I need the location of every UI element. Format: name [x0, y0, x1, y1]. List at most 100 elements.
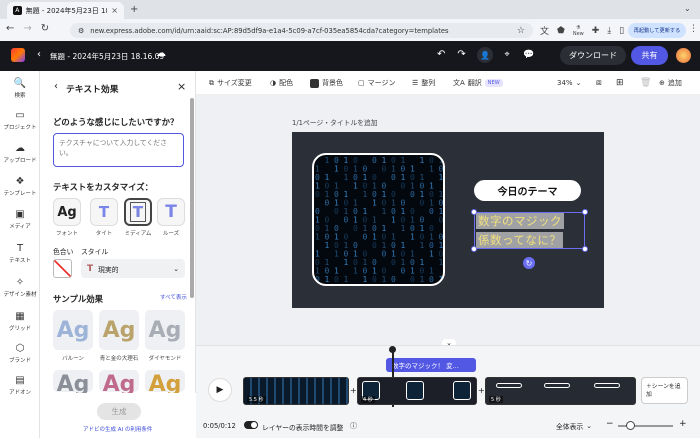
color-button[interactable]: ◑ 配色 [270, 71, 293, 95]
sample-4[interactable]: Ag [53, 370, 93, 397]
matrix-code-image[interactable]: 1010010110101101001011010011010010110110… [312, 153, 445, 286]
panel-scrollbar[interactable] [190, 98, 194, 298]
rail-item-7[interactable]: ▦ グリッド [0, 311, 40, 332]
forward-arrow-icon[interactable]: → [23, 23, 31, 34]
add-transition-icon[interactable]: + [478, 386, 485, 395]
font-option[interactable]: Ag [53, 198, 81, 226]
translate-button[interactable]: 文A 翻訳 NEW [453, 71, 503, 95]
panel-back-icon[interactable]: ‹ [54, 81, 58, 92]
scene-clip-1[interactable]: 5.5 秒 [243, 377, 349, 405]
trash-icon[interactable]: 🗑 [640, 71, 651, 95]
terms-link[interactable]: アドビの生成 AI の利用条件 [83, 425, 152, 433]
resize-handle-bl[interactable] [471, 246, 477, 252]
download-icon[interactable]: ⤓ [607, 26, 611, 36]
layer-duration-toggle[interactable] [244, 421, 258, 429]
zoom-select[interactable]: 34% ⌄ [557, 71, 581, 95]
rotate-handle-icon[interactable]: ↻ [523, 257, 535, 269]
rail-item-0[interactable]: 🔍 検索 [0, 78, 40, 99]
extension-icon[interactable]: ⬟ [557, 26, 565, 36]
heading-line-1[interactable]: 数字のマジック [476, 213, 564, 229]
add-scene-button[interactable]: ＋シーンを追加 [641, 377, 688, 404]
heading-line-2[interactable]: 係数ってなに？ [476, 232, 564, 248]
puzzle-icon[interactable]: ✚ [592, 26, 600, 36]
panel-close-icon[interactable]: × [177, 80, 186, 93]
scene-clip-2[interactable]: 4 秒 [357, 377, 477, 405]
sample-blue-gold-marble[interactable]: Ag [99, 310, 139, 350]
playhead-knob[interactable] [389, 346, 396, 353]
user-avatar[interactable] [676, 48, 691, 63]
resize-handle-tr[interactable] [582, 209, 588, 215]
loose-option[interactable]: T [157, 198, 185, 226]
undo-icon[interactable]: ↶ [437, 49, 445, 60]
layer-bar[interactable]: 数字のマジック！ 変... [386, 358, 476, 372]
rail-item-3[interactable]: ❖ テンプレート [0, 176, 40, 197]
timeline-zoom-knob[interactable] [626, 421, 635, 430]
tab-close-icon[interactable]: × [111, 6, 118, 15]
bg-color-button[interactable]: 背景色 [310, 71, 343, 95]
rail-item-4[interactable]: ▣ メディア [0, 209, 40, 230]
document-title[interactable]: 無題 - 2024年5月23日 18.16.09 [50, 51, 164, 62]
tight-option[interactable]: T [90, 198, 118, 226]
sample-6[interactable]: Ag [145, 370, 185, 397]
reload-icon[interactable]: ↻ [41, 23, 49, 34]
sidebar-icon[interactable]: ▯ [619, 26, 624, 36]
style-dropdown[interactable]: T 現実的 ⌄ [81, 259, 185, 278]
resize-handle-tl[interactable] [471, 209, 477, 215]
sample-5[interactable]: Ag [99, 370, 139, 397]
margin-button[interactable]: ▢ マージン [358, 71, 396, 95]
redo-icon[interactable]: ↷ [457, 49, 465, 60]
comment-icon[interactable]: 💬 [521, 47, 537, 63]
adobe-express-logo-icon[interactable] [11, 48, 25, 62]
site-info-icon[interactable]: ⚙ [78, 27, 84, 35]
rail-item-6[interactable]: ✧ デザイン素材 [0, 277, 40, 298]
scene-clip-3[interactable]: 5 秒 [485, 377, 636, 405]
share-button[interactable]: 共有 [631, 46, 668, 65]
download-button[interactable]: ダウンロード [560, 46, 626, 65]
back-chevron-icon[interactable]: ‹ [37, 49, 41, 60]
grid-icon[interactable]: ⊞ [616, 71, 624, 95]
resize-button[interactable]: ⧉ サイズ変更 [209, 71, 252, 95]
generate-button[interactable]: 生成 [97, 403, 141, 420]
theme-title-pill[interactable]: 今日のテーマ [474, 180, 581, 201]
pin-icon[interactable]: ⌖ [499, 47, 515, 63]
clip-2-duration: 4 秒 [361, 396, 375, 403]
rail-item-5[interactable]: T テキスト [0, 243, 40, 264]
back-arrow-icon[interactable]: ← [6, 23, 14, 34]
sample-balloon[interactable]: Ag [53, 310, 93, 350]
binary-digit: 0 [334, 207, 339, 216]
play-button[interactable]: ▶ [208, 378, 232, 402]
binary-digit: 1 [372, 199, 377, 208]
bookmark-star-icon[interactable]: ☆ [517, 26, 525, 36]
rail-icon-2: ☁ [15, 143, 25, 154]
zoom-in-icon[interactable]: + [679, 419, 687, 429]
relaunch-update-button[interactable]: 再起動して更新する [628, 23, 686, 38]
view-all-select[interactable]: 全体表示 ⌄ [556, 421, 592, 431]
add-transition-icon[interactable]: + [350, 386, 357, 395]
url-bar[interactable]: ⚙ new.express.adobe.com/id/urn:aaid:sc:A… [70, 23, 533, 38]
rail-item-8[interactable]: ⬡ ブランド [0, 343, 40, 364]
sample-diamond[interactable]: Ag [145, 310, 185, 350]
rail-item-9[interactable]: ▤ アドオン [0, 375, 40, 396]
rail-item-1[interactable]: ▭ プロジェクト [0, 110, 40, 131]
layers-icon[interactable]: ⧈ [596, 71, 602, 95]
resize-handle-br[interactable] [582, 246, 588, 252]
see-all-link[interactable]: すべて表示 [160, 293, 187, 301]
binary-digit: 0 [344, 284, 349, 287]
rail-item-2[interactable]: ☁ アップロード [0, 143, 40, 164]
tab-list-icon[interactable]: ⌄ [684, 4, 691, 13]
texture-description-input[interactable]: テクスチャについて入力してください。 [53, 133, 184, 167]
new-tab-icon[interactable]: + [130, 4, 138, 15]
binary-digit: 0 [401, 284, 406, 287]
translate-icon[interactable]: 文 [540, 24, 549, 37]
medium-option[interactable]: T [124, 198, 152, 226]
browser-menu-icon[interactable]: ⋮ [689, 24, 698, 34]
arrange-button[interactable]: ☰ 整列 [412, 71, 435, 95]
add-button[interactable]: ⊕ 追加 [659, 71, 682, 95]
invite-user-icon[interactable]: 👤 [477, 47, 493, 63]
page-label[interactable]: 1/1ページ・タイトルを追加 [292, 117, 378, 127]
color-none-swatch[interactable] [53, 259, 72, 278]
info-icon[interactable]: ⓘ [350, 421, 357, 431]
new-feature-icon[interactable]: ⚗ New [573, 25, 584, 37]
browser-tab[interactable]: A 無題 - 2024年5月23日 18.16.0 × [7, 2, 124, 19]
zoom-out-icon[interactable]: − [606, 419, 614, 429]
